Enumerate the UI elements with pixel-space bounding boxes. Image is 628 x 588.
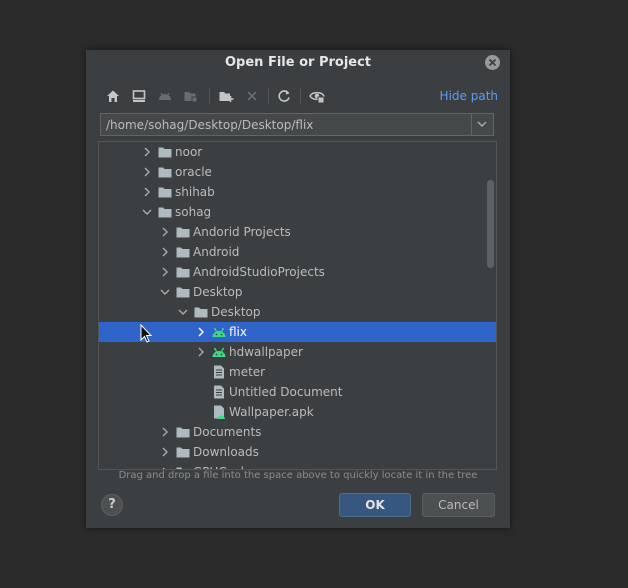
folder-icon <box>158 167 172 178</box>
folder-icon <box>194 307 208 318</box>
tree-row[interactable]: GPUCache <box>99 462 496 469</box>
close-button[interactable] <box>485 55 500 70</box>
tree-row-label: meter <box>229 365 266 379</box>
delete-icon <box>247 91 257 101</box>
folder-icon <box>158 207 172 218</box>
chevron-right-icon[interactable] <box>142 147 152 157</box>
tree-row[interactable]: Desktop <box>99 302 496 322</box>
project-button[interactable] <box>154 85 176 107</box>
help-button[interactable]: ? <box>101 494 123 516</box>
home-icon <box>107 90 119 102</box>
folder-icon <box>176 247 190 258</box>
folder-icon <box>176 227 190 238</box>
desktop-button[interactable] <box>128 85 150 107</box>
show-hidden-button[interactable] <box>306 85 328 107</box>
tree-row-label: shihab <box>175 185 215 199</box>
chevron-right-icon[interactable] <box>160 247 170 257</box>
refresh-button[interactable] <box>273 85 295 107</box>
tree-row-label: Desktop <box>193 285 243 299</box>
tree-row[interactable]: Wallpaper.apk <box>99 402 496 422</box>
toolbar-separator <box>300 88 301 104</box>
desktop-icon <box>132 90 146 102</box>
toolbar-separator <box>268 88 269 104</box>
close-icon <box>488 58 497 67</box>
tree-row-label: flix <box>229 325 247 339</box>
tree-row-label: Android <box>193 245 240 259</box>
refresh-icon <box>278 90 290 102</box>
chevron-down-icon <box>477 121 487 128</box>
tree-row[interactable]: oracle <box>99 162 496 182</box>
folder-icon <box>158 147 172 158</box>
tree-row-label: Downloads <box>193 445 259 459</box>
tree-row-label: oracle <box>175 165 212 179</box>
show-hidden-icon <box>309 91 325 104</box>
tree-scrollbar-thumb[interactable] <box>487 180 494 268</box>
ok-button[interactable]: OK <box>339 493 411 517</box>
tree-row[interactable]: Documents <box>99 422 496 442</box>
tree-row[interactable]: hdwallpaper <box>99 342 496 362</box>
file-tree[interactable]: noor oracle shihab sohag Andorid Projects And… <box>98 141 497 470</box>
chevron-down-icon[interactable] <box>178 307 188 317</box>
drag-drop-hint: Drag and drop a file into the space abov… <box>118 470 478 481</box>
folder-icon <box>158 187 172 198</box>
chevron-right-icon[interactable] <box>196 327 206 337</box>
text-file-icon <box>214 365 224 379</box>
chevron-right-icon[interactable] <box>142 167 152 177</box>
new-folder-icon <box>219 92 234 102</box>
tree-row[interactable]: meter <box>99 362 496 382</box>
tree-row-label: sohag <box>175 205 212 219</box>
home-button[interactable] <box>102 85 124 107</box>
folder-icon <box>176 267 190 278</box>
chevron-right-icon[interactable] <box>160 427 170 437</box>
path-input[interactable] <box>101 114 473 135</box>
chevron-right-icon[interactable] <box>160 227 170 237</box>
tree-row-label: Untitled Document <box>229 385 343 399</box>
folder-icon <box>176 427 190 438</box>
tree-row[interactable]: Desktop <box>99 282 496 302</box>
tree-row[interactable]: Downloads <box>99 442 496 462</box>
mouse-cursor-icon <box>140 324 153 343</box>
title-bar: Open File or Project <box>86 50 510 76</box>
chevron-down-icon[interactable] <box>142 207 152 217</box>
module-folder-icon <box>184 92 198 103</box>
path-dropdown-button[interactable] <box>471 114 493 135</box>
tree-row[interactable]: Untitled Document <box>99 382 496 402</box>
new-folder-button[interactable] <box>215 85 237 107</box>
open-file-dialog: Open File or Project Hide path /home/soh… <box>86 50 510 528</box>
dialog-title: Open File or Project <box>224 55 372 70</box>
tree-row-label: Documents <box>193 425 262 439</box>
android-icon <box>212 347 226 357</box>
chevron-right-icon[interactable] <box>196 347 206 357</box>
tree-row-label: Desktop <box>211 305 261 319</box>
chevron-right-icon[interactable] <box>160 267 170 277</box>
tree-row[interactable]: sohag <box>99 202 496 222</box>
android-icon <box>212 327 226 337</box>
path-combo[interactable] <box>100 113 494 136</box>
tree-row[interactable]: AndroidStudioProjects <box>99 262 496 282</box>
chevron-right-icon[interactable] <box>142 187 152 197</box>
cancel-button[interactable]: Cancel <box>422 493 495 517</box>
tree-row-label: Wallpaper.apk <box>229 405 314 419</box>
folder-icon <box>176 447 190 458</box>
tree-row-label: noor <box>175 145 203 159</box>
chevron-right-icon[interactable] <box>160 447 170 457</box>
folder-icon <box>176 287 190 298</box>
tree-row-label: AndroidStudioProjects <box>193 265 325 279</box>
tree-row-label: Andorid Projects <box>193 225 291 239</box>
apk-file-icon <box>214 405 225 419</box>
tree-row-label: hdwallpaper <box>229 345 303 359</box>
tree-row[interactable]: Andorid Projects <box>99 222 496 242</box>
toolbar-separator <box>209 88 210 104</box>
tree-row[interactable]: noor <box>99 142 496 162</box>
android-icon <box>159 92 171 100</box>
delete-button[interactable] <box>241 85 263 107</box>
chevron-down-icon[interactable] <box>160 287 170 297</box>
text-file-icon <box>214 385 224 399</box>
tree-row[interactable]: shihab <box>99 182 496 202</box>
hide-path-link[interactable]: Hide path <box>440 89 498 103</box>
module-button[interactable] <box>180 85 202 107</box>
tree-row[interactable]: flix <box>99 322 496 342</box>
tree-row[interactable]: Android <box>99 242 496 262</box>
